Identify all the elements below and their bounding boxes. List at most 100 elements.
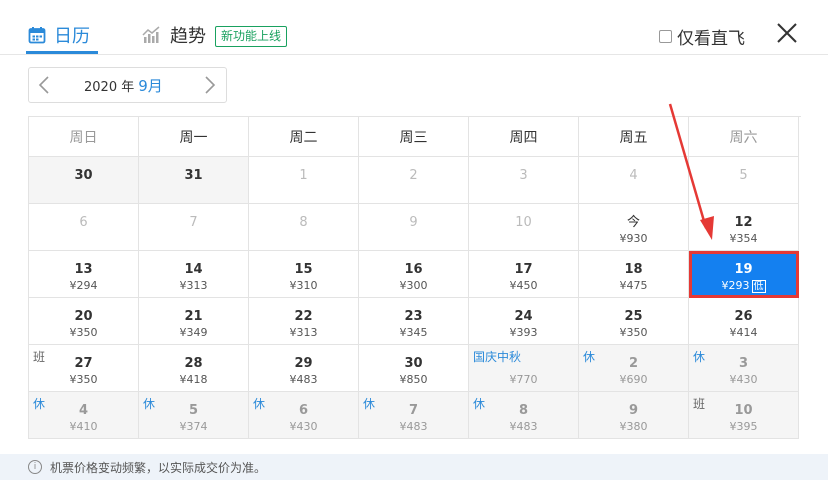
holiday-badge: 国庆中秋 [473, 350, 522, 364]
day-price: ¥345 [359, 326, 468, 339]
calendar-day[interactable]: 9 ¥380 [579, 392, 689, 439]
day-price: ¥350 [579, 326, 688, 339]
day-number: 22 [294, 309, 313, 324]
day-number: 7 [189, 215, 198, 230]
calendar-day[interactable]: 17 ¥450 [469, 251, 579, 298]
lowest-price-tag: 低 [751, 280, 766, 293]
day-price: ¥483 [469, 420, 578, 433]
calendar-day[interactable]: 26 ¥414 [689, 298, 799, 345]
day-number: 20 [74, 309, 93, 324]
price-value: ¥313 [179, 279, 208, 292]
calendar-day[interactable]: 休 7 ¥483 [359, 392, 469, 439]
price-value: ¥349 [179, 326, 208, 339]
day-price: ¥414 [689, 326, 798, 339]
price-value: ¥350 [69, 326, 98, 339]
calendar-day[interactable]: 休 5 ¥374 [139, 392, 249, 439]
calendar-day[interactable]: 25 ¥350 [579, 298, 689, 345]
calendar-day[interactable]: 休 6 ¥430 [249, 392, 359, 439]
price-value: ¥350 [69, 373, 98, 386]
day-price: ¥293 低 [689, 279, 798, 293]
calendar-day[interactable]: 国庆中秋0¥770 [469, 345, 579, 392]
day-number: 6 [298, 403, 309, 418]
calendar-day[interactable]: 休 4 ¥410 [29, 392, 139, 439]
calendar-day[interactable]: 班 10 ¥395 [689, 392, 799, 439]
footer-note: 机票价格变动频繁，以实际成交价为准。 [50, 460, 267, 475]
price-value: ¥770 [509, 373, 538, 386]
calendar-day: 2 [359, 157, 469, 204]
footer-notice: i 机票价格变动频繁，以实际成交价为准。 [0, 454, 828, 480]
calendar-day[interactable]: 24 ¥393 [469, 298, 579, 345]
price-value: ¥395 [729, 420, 758, 433]
calendar-day[interactable]: 15 ¥310 [249, 251, 359, 298]
holiday-badge: 休 [473, 397, 486, 411]
calendar-icon [28, 27, 46, 44]
calendar-day[interactable]: 16 ¥300 [359, 251, 469, 298]
calendar-day[interactable]: 休 3 ¥430 [689, 345, 799, 392]
calendar-day: 8 [249, 204, 359, 251]
price-value: ¥930 [619, 232, 648, 245]
day-number: 2 [409, 168, 418, 183]
day-number: 18 [624, 262, 643, 277]
price-value: ¥483 [509, 420, 538, 433]
header: 日历 趋势 新功能上线 仅看直飞 [0, 0, 828, 55]
calendar-day[interactable]: 14 ¥313 [139, 251, 249, 298]
day-price: ¥310 [249, 279, 358, 292]
price-value: ¥475 [619, 279, 648, 292]
day-number: 4 [78, 403, 89, 418]
calendar-day[interactable]: 21 ¥349 [139, 298, 249, 345]
direct-only-toggle[interactable]: 仅看直飞 [659, 24, 745, 49]
year-label: 2020 年 [84, 80, 135, 95]
calendar-day[interactable]: 13 ¥294 [29, 251, 139, 298]
calendar-day[interactable]: 休 2 ¥690 [579, 345, 689, 392]
day-number: 8 [518, 403, 529, 418]
close-icon[interactable] [776, 22, 798, 44]
calendar-day[interactable]: 18 ¥475 [579, 251, 689, 298]
calendar-day[interactable]: 29 ¥483 [249, 345, 359, 392]
calendar-day[interactable]: 20 ¥350 [29, 298, 139, 345]
price-value: ¥483 [289, 373, 318, 386]
calendar-day[interactable]: 28 ¥418 [139, 345, 249, 392]
calendar-day[interactable]: 休 8 ¥483 [469, 392, 579, 439]
calendar-day[interactable]: 30 ¥850 [359, 345, 469, 392]
tab-trend[interactable]: 趋势 [142, 22, 206, 48]
day-price: ¥410 [29, 420, 138, 433]
day-number: 2 [628, 356, 639, 371]
chevron-right-icon[interactable] [203, 75, 217, 95]
holiday-badge: 休 [143, 397, 156, 411]
day-price: ¥313 [139, 279, 248, 292]
holiday-badge: 休 [33, 397, 46, 411]
day-number: 30 [74, 168, 93, 183]
day-number: 21 [184, 309, 203, 324]
day-price: ¥430 [249, 420, 358, 433]
tab-calendar[interactable]: 日历 [28, 22, 90, 48]
weekday-header: 周二 [249, 117, 359, 157]
day-number: 25 [624, 309, 643, 324]
direct-only-label: 仅看直飞 [677, 29, 745, 49]
calendar-day[interactable]: 23 ¥345 [359, 298, 469, 345]
day-number: 10 [515, 215, 532, 230]
calendar-week-row: 休 4 ¥410 休 5 ¥374 休 6 ¥430 休 7 ¥483 休 8 ¥483 9 ¥380 班 10 ¥3… [29, 392, 801, 439]
day-number: 3 [738, 356, 749, 371]
day-price: ¥350 [29, 373, 138, 386]
active-tab-indicator [26, 51, 98, 54]
day-number: 31 [184, 168, 203, 183]
price-value: ¥450 [509, 279, 538, 292]
day-number: 5 [188, 403, 199, 418]
calendar-day[interactable]: 班 27 ¥350 [29, 345, 139, 392]
direct-only-checkbox[interactable] [659, 30, 672, 43]
weekday-header: 周日 [29, 117, 139, 157]
day-number: 26 [734, 309, 753, 324]
calendar-day-selected[interactable]: 19 ¥293 低 [689, 251, 799, 298]
day-number: 15 [294, 262, 313, 277]
calendar-day[interactable]: 31 [139, 157, 249, 204]
calendar-day[interactable]: 30 [29, 157, 139, 204]
day-price: ¥313 [249, 326, 358, 339]
price-value: ¥313 [289, 326, 318, 339]
calendar-day: 3 [469, 157, 579, 204]
calendar-day[interactable]: 22 ¥313 [249, 298, 359, 345]
price-value: ¥430 [729, 373, 758, 386]
chevron-left-icon[interactable] [37, 75, 51, 95]
info-icon: i [28, 460, 42, 474]
calendar-week-row: 13 ¥294 14 ¥313 15 ¥310 16 ¥300 17 ¥450 18 ¥475 19 ¥2… [29, 251, 801, 298]
calendar-week-row: 班 27 ¥350 28 ¥418 29 ¥483 30 ¥850 国庆中秋0¥770 休 2 ¥690… [29, 345, 801, 392]
